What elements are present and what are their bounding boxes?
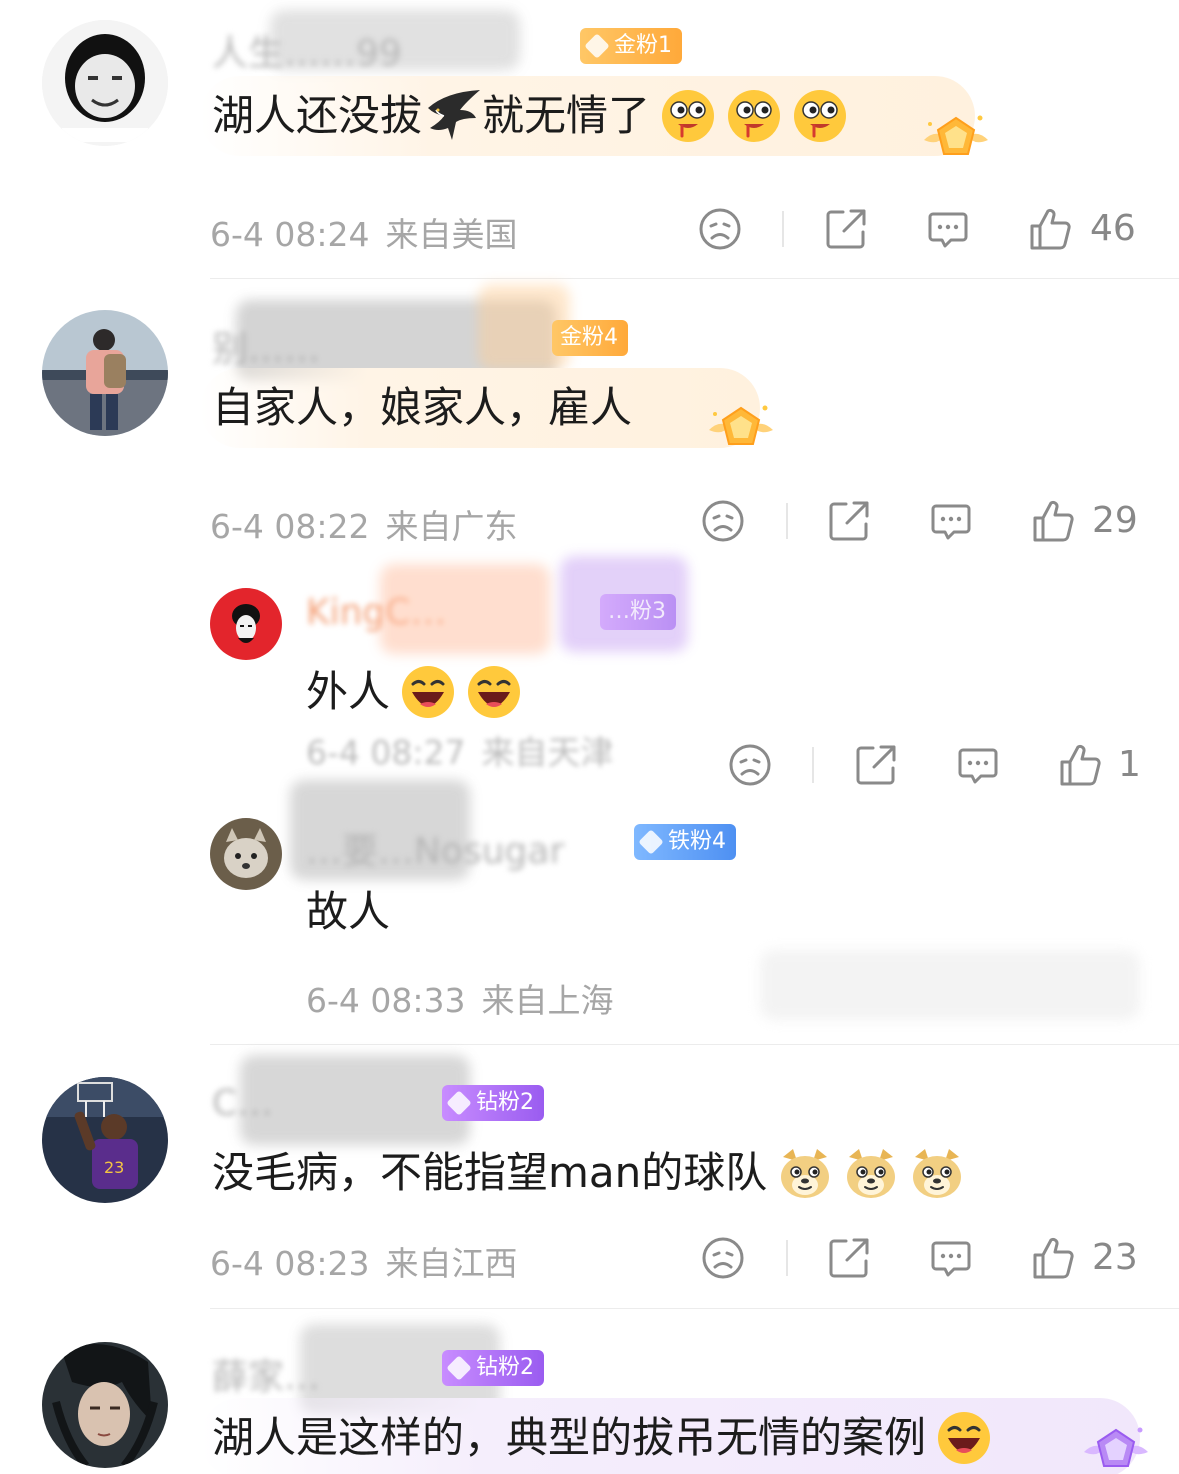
avatar[interactable] <box>210 818 282 890</box>
comment-time: 6-4 08:33 <box>306 981 466 1020</box>
divider <box>210 1308 1179 1309</box>
comment-bubble-icon[interactable] <box>955 742 1001 788</box>
comment-text: 湖人是这样的，典型的拔吊无情的案例 <box>212 1410 992 1466</box>
like-count: 46 <box>1090 208 1136 249</box>
like-count: 29 <box>1092 500 1138 541</box>
medal-icon <box>1080 1422 1152 1474</box>
username-blur <box>380 564 550 654</box>
comment-item: 人生……99 金粉1 湖人还没拔 就无情了 6-4 08:24来自美国 46 <box>0 0 1179 280</box>
thumbs-up-icon[interactable] <box>1030 498 1076 544</box>
eagle-emoji-icon <box>426 88 482 144</box>
svg-text:23: 23 <box>104 1158 124 1177</box>
laugh-emoji-icon <box>936 1410 992 1466</box>
comment-text: 自家人，娘家人，雇人 <box>212 380 632 436</box>
fan-badge-label: 金粉1 <box>614 33 672 58</box>
actions-blur <box>760 950 1140 1020</box>
comment-text-part: 自家人，娘家人，雇人 <box>212 383 633 432</box>
comment-text-part: 外人 <box>306 667 391 716</box>
avatar[interactable] <box>42 1342 168 1468</box>
username[interactable]: …要…Nosugar <box>306 822 564 874</box>
comment-text-part: 湖人是这样的，典型的拔吊无情的案例 <box>212 1413 927 1462</box>
thumbs-up-icon[interactable] <box>1030 1235 1076 1281</box>
doge-emoji-icon <box>843 1145 899 1201</box>
diamond-icon <box>638 829 664 855</box>
like-count: 1 <box>1118 744 1141 785</box>
divider <box>210 278 1179 279</box>
fan-badge[interactable]: 钻粉2 <box>442 1350 544 1386</box>
comment-item: 23 C… 钻粉2 没毛病，不能指望man的球队 6-4 08:23来自江西 2… <box>0 1045 1179 1310</box>
doge-emoji-icon <box>777 1145 833 1201</box>
reply-item: KingC… …粉3 外人 6-4 08:27 来自天津 1 <box>0 556 1179 820</box>
comment-bubble-icon[interactable] <box>928 1235 974 1281</box>
action-separator <box>786 503 788 539</box>
comment-bubble-icon[interactable] <box>925 206 971 252</box>
comment-text: 湖人还没拔 就无情了 <box>212 88 848 144</box>
comment-text-part: 故人 <box>306 887 391 936</box>
avatar[interactable] <box>42 310 168 436</box>
drool-emoji-icon <box>726 88 782 144</box>
comment-bubble-icon[interactable] <box>928 498 974 544</box>
share-icon[interactable] <box>826 1235 872 1281</box>
like-count: 23 <box>1092 1237 1138 1278</box>
comment-text: 没毛病，不能指望man的球队 <box>212 1145 965 1201</box>
diamond-icon <box>446 1090 472 1116</box>
fan-badge[interactable]: 钻粉2 <box>442 1085 544 1121</box>
fan-badge[interactable]: 金粉1 <box>580 28 682 64</box>
frown-face-icon[interactable] <box>727 742 773 788</box>
comment-location: 来自上海 <box>481 981 614 1020</box>
comment-text-part: 就无情了 <box>482 91 651 140</box>
action-separator <box>812 747 814 783</box>
action-separator <box>782 211 784 247</box>
laugh-emoji-icon <box>400 664 456 720</box>
fan-badge-label: 铁粉4 <box>668 829 726 854</box>
comment-text-part: 没毛病，不能指望man的球队 <box>212 1148 768 1197</box>
share-icon[interactable] <box>823 206 869 252</box>
comment-item: 别…… 金粉4 自家人，娘家人，雇人 6-4 08:22来自广东 29 King… <box>0 280 1179 1045</box>
frown-face-icon[interactable] <box>700 1235 746 1281</box>
diamond-icon <box>446 1355 472 1381</box>
gem-icon <box>584 33 610 59</box>
thumbs-up-icon[interactable] <box>1057 742 1103 788</box>
comment-meta: 6-4 08:33 来自上海 <box>306 974 614 1022</box>
medal-icon <box>705 400 777 460</box>
comment-actions: 29 <box>0 498 1179 548</box>
username-blur <box>240 1055 470 1145</box>
drool-emoji-icon <box>660 88 716 144</box>
frown-face-icon[interactable] <box>697 206 743 252</box>
share-icon[interactable] <box>826 498 872 544</box>
frown-face-icon[interactable] <box>700 498 746 544</box>
fan-badge-label: 钻粉2 <box>476 1355 534 1380</box>
laugh-emoji-icon <box>466 664 522 720</box>
share-icon[interactable] <box>853 742 899 788</box>
avatar[interactable] <box>42 20 168 146</box>
fan-badge[interactable]: 金粉4 <box>552 320 628 356</box>
fan-badge[interactable]: …粉3 <box>600 594 676 630</box>
medal-icon <box>920 110 992 170</box>
action-separator <box>786 1240 788 1276</box>
doge-emoji-icon <box>909 1145 965 1201</box>
avatar[interactable]: 23 <box>42 1077 168 1203</box>
comment-actions: 46 <box>0 206 1179 256</box>
drool-emoji-icon <box>792 88 848 144</box>
thumbs-up-icon[interactable] <box>1027 206 1073 252</box>
comment-text-part: 湖人还没拔 <box>212 91 423 140</box>
fan-badge-label: 金粉4 <box>560 325 618 350</box>
comment-text: 外人 <box>306 664 522 720</box>
comment-actions: 1 <box>0 742 1179 792</box>
fan-badge[interactable]: 铁粉4 <box>634 824 736 860</box>
fan-badge-label: …粉3 <box>608 599 666 624</box>
comment-actions: 23 <box>0 1235 1179 1285</box>
fan-badge-label: 钻粉2 <box>476 1090 534 1115</box>
username-blur <box>270 10 520 70</box>
comment-item: 薛家… 钻粉2 湖人是这样的，典型的拔吊无情的案例 <box>0 1310 1179 1474</box>
comment-text: 故人 <box>306 884 390 940</box>
avatar[interactable] <box>210 588 282 660</box>
